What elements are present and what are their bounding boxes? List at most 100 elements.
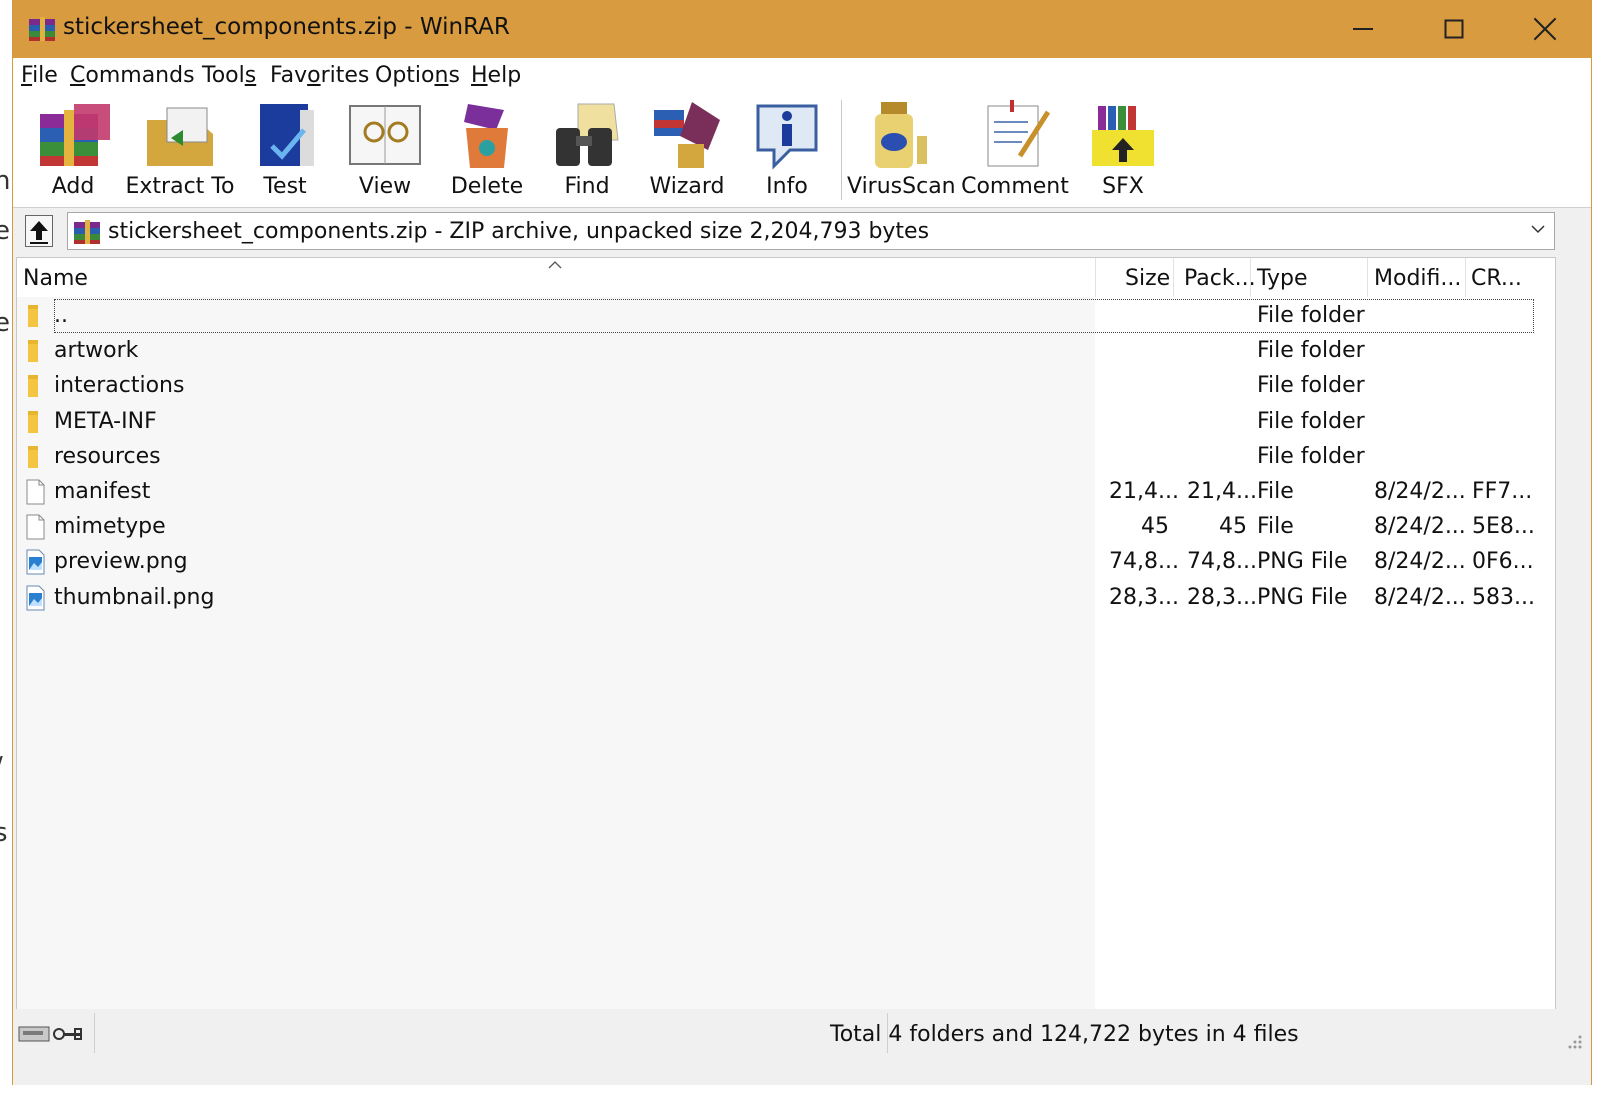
add-button[interactable]: Add xyxy=(23,96,123,206)
cell-crc: 0F6... xyxy=(1472,549,1534,575)
up-arrow-icon xyxy=(30,221,48,244)
info-label: Info xyxy=(766,174,808,199)
virusscan-button[interactable]: VirusScan xyxy=(847,96,956,206)
wizard-label: Wizard xyxy=(649,174,725,199)
cell-crc: 583... xyxy=(1472,584,1535,610)
file-row[interactable]: interactions File folder xyxy=(17,369,1537,404)
comment-button[interactable]: Comment xyxy=(959,96,1071,206)
background-page-edge: n e e / s xyxy=(0,0,12,1093)
column-crc[interactable]: CR... xyxy=(1471,266,1522,291)
comment-icon xyxy=(987,100,1051,167)
menu-options[interactable]: Options xyxy=(375,63,460,88)
find-label: Find xyxy=(564,174,610,199)
cell-modified: 8/24/2... xyxy=(1374,584,1466,610)
cell-name: artwork xyxy=(54,338,139,364)
cell-modified: 8/24/2... xyxy=(1374,514,1466,540)
extract-to-icon xyxy=(147,107,213,166)
cell-packed: 28,3... xyxy=(1187,584,1257,610)
column-modified[interactable]: Modifi... xyxy=(1374,266,1461,291)
add-archive-icon xyxy=(40,104,110,166)
maximize-button[interactable] xyxy=(1408,0,1500,58)
archive-lock-status[interactable] xyxy=(13,1013,95,1053)
zip-archive-icon xyxy=(74,220,100,244)
view-button[interactable]: View xyxy=(335,96,435,206)
file-row[interactable]: META-INF File folder xyxy=(17,405,1537,440)
cell-type: File folder xyxy=(1257,443,1365,469)
minimize-button[interactable] xyxy=(1317,0,1409,58)
file-row[interactable]: mimetype 45 45 File 8/24/2... 5E8... xyxy=(17,510,1537,545)
virusscan-icon xyxy=(875,102,927,168)
menu-file[interactable]: File xyxy=(21,63,58,88)
image-file-icon xyxy=(24,585,46,611)
cell-modified: 8/24/2... xyxy=(1374,549,1466,575)
cell-name: mimetype xyxy=(54,514,166,540)
menu-help[interactable]: Help xyxy=(471,63,521,88)
cell-type: File folder xyxy=(1257,373,1365,399)
folder-icon xyxy=(24,409,46,435)
menu-commands[interactable]: Commands xyxy=(70,63,195,88)
cell-name: thumbnail.png xyxy=(54,584,215,610)
comment-label: Comment xyxy=(961,174,1069,199)
find-button[interactable]: Find xyxy=(539,96,635,206)
folder-icon xyxy=(24,338,46,364)
file-icon xyxy=(24,479,46,505)
delete-label: Delete xyxy=(450,174,524,199)
file-row[interactable]: thumbnail.png 28,3... 28,3... PNG File 8/24/… xyxy=(17,581,1537,616)
cell-crc: FF7... xyxy=(1472,479,1533,504)
close-icon xyxy=(1533,17,1557,41)
file-list[interactable]: Name Size Pack... Type Modifi... CR... .… xyxy=(16,257,1556,1009)
file-icon xyxy=(24,514,46,540)
cell-type: File xyxy=(1257,514,1294,540)
image-file-icon xyxy=(24,549,46,575)
column-name[interactable]: Name xyxy=(23,266,88,291)
archive-path-text: stickersheet_components.zip - ZIP archiv… xyxy=(108,219,930,244)
wizard-button[interactable]: Wizard xyxy=(637,96,737,206)
info-button[interactable]: Info xyxy=(739,96,835,206)
cell-packed: 45 xyxy=(1219,514,1247,540)
resize-grip-icon[interactable] xyxy=(1565,1032,1583,1050)
menu-favorites[interactable]: Favorites xyxy=(270,63,369,88)
wizard-icon xyxy=(654,102,720,168)
cell-type: File xyxy=(1257,479,1294,504)
column-size[interactable]: Size xyxy=(1125,266,1170,291)
minimize-icon xyxy=(1353,28,1373,30)
find-binoculars-icon xyxy=(556,103,619,166)
cell-packed: 21,4... xyxy=(1187,479,1257,504)
archive-path-combobox[interactable]: stickersheet_components.zip - ZIP archiv… xyxy=(67,212,1555,250)
folder-icon xyxy=(24,373,46,399)
toolbar-separator xyxy=(841,100,842,200)
file-row[interactable]: artwork File folder xyxy=(17,334,1537,369)
column-packed[interactable]: Pack... xyxy=(1184,266,1256,291)
file-row[interactable]: .. File folder xyxy=(17,299,1537,334)
file-row[interactable]: preview.png 74,8... 74,8... PNG File 8/24/2.… xyxy=(17,545,1537,580)
close-button[interactable] xyxy=(1499,0,1591,58)
column-type[interactable]: Type xyxy=(1257,266,1308,291)
folder-icon xyxy=(24,303,46,329)
extract-to-button[interactable]: Extract To xyxy=(125,96,235,206)
toolbar: Add Extract To Test View Delete Find Wiz… xyxy=(13,96,1591,208)
winrar-window: stickersheet_components.zip - WinRAR Fil… xyxy=(12,0,1592,1085)
extract-to-label: Extract To xyxy=(125,174,235,199)
view-label: View xyxy=(358,174,412,199)
file-row[interactable]: resources File folder xyxy=(17,440,1537,475)
file-row[interactable]: manifest 21,4... 21,4... File 8/24/2... FF7..… xyxy=(17,475,1537,510)
delete-button[interactable]: Delete xyxy=(437,96,537,206)
test-button[interactable]: Test xyxy=(237,96,333,206)
up-one-level-button[interactable] xyxy=(25,215,53,247)
menu-tools[interactable]: Tools xyxy=(202,63,256,88)
cell-type: File folder xyxy=(1257,408,1365,434)
sort-ascending-icon xyxy=(548,261,562,269)
cell-size: 21,4... xyxy=(1109,479,1179,504)
test-label: Test xyxy=(263,174,307,199)
chevron-down-icon[interactable] xyxy=(1530,221,1546,237)
sfx-button[interactable]: SFX xyxy=(1075,96,1171,206)
cell-type: PNG File xyxy=(1257,584,1348,610)
cell-name: .. xyxy=(54,303,68,328)
maximize-icon xyxy=(1444,19,1464,39)
test-icon xyxy=(260,104,314,166)
sfx-icon xyxy=(1092,106,1154,166)
title-bar[interactable]: stickersheet_components.zip - WinRAR xyxy=(13,0,1591,58)
cell-size: 45 xyxy=(1141,514,1169,540)
cell-size: 74,8... xyxy=(1109,549,1179,575)
add-label: Add xyxy=(51,174,95,199)
